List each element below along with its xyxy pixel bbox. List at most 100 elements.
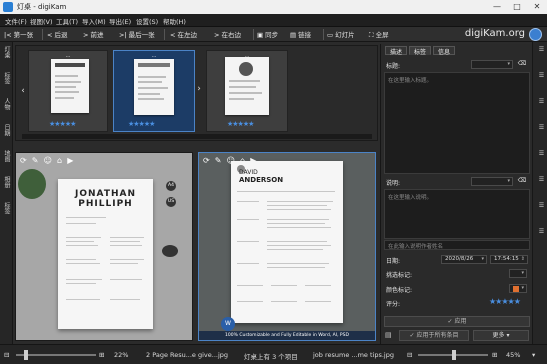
pick-label-select[interactable]: ▾: [509, 269, 527, 278]
author-input[interactable]: 在此输入说明作者姓名: [384, 240, 530, 250]
rotate-icon[interactable]: ⟳: [20, 156, 27, 165]
zoom-knob-left[interactable]: [24, 350, 28, 360]
right-tab-map-icon[interactable]: ☰: [536, 124, 545, 131]
left-tab-map[interactable]: 地图: [2, 150, 11, 162]
filmstrip-scrollbar[interactable]: [22, 134, 372, 139]
filmstrip-thumb[interactable]: … ★★★★★: [28, 50, 108, 132]
apply-all-label: 应用于所有条目: [416, 332, 459, 339]
menu-settings[interactable]: 设置(S): [136, 16, 158, 26]
window-title: 灯桌 - digiKam: [17, 3, 67, 11]
first-button[interactable]: |< 第一张: [4, 29, 33, 40]
document-icon[interactable]: ▤: [385, 331, 395, 341]
left-overlay-toolbar: ⟳ ✎ ☺ ⌂ ▶: [20, 156, 73, 167]
tab-info[interactable]: 信息: [433, 46, 456, 56]
edit-icon[interactable]: ✎: [215, 156, 222, 165]
right-tab-versions-icon[interactable]: ☰: [536, 176, 545, 183]
person-icon[interactable]: ☺: [44, 156, 52, 165]
right-tab-captions-icon[interactable]: ☰: [536, 150, 545, 157]
fullscreen-button[interactable]: ⛶ 全屏: [369, 29, 389, 40]
sync-button[interactable]: ▣ 同步: [257, 29, 278, 40]
apply-button[interactable]: ✓ 应用: [384, 316, 530, 327]
forward-button[interactable]: > 前进: [83, 29, 103, 40]
time-input[interactable]: 17:54:15 ⇕: [490, 255, 528, 264]
zoom-out-right-icon[interactable]: ⊟: [407, 351, 412, 359]
right-tab-properties-icon[interactable]: ☰: [536, 46, 545, 53]
color-swatch: [513, 286, 519, 292]
zoom-out-left-icon[interactable]: ⊟: [4, 351, 9, 359]
status-menu-icon[interactable]: ▾: [532, 351, 535, 359]
right-panel: 描述 标签 信息 标题: ▾ ⌫ 在这里输入标题。 说明: ▾ ⌫ 在这里输入说…: [380, 44, 532, 344]
word-icon: W: [221, 317, 235, 331]
edit-icon[interactable]: ✎: [32, 156, 39, 165]
caption-textarea[interactable]: 在这里输入说明。: [384, 189, 530, 239]
right-tab-colors-icon[interactable]: ☰: [536, 98, 545, 105]
zoom-slider-left[interactable]: [16, 354, 96, 356]
left-tab-tags[interactable]: 标签: [2, 72, 11, 84]
left-sidebar: 灯桌 标签 人物 日期 地图 相册 标签: [0, 42, 13, 344]
resume-name-1: DAVID: [239, 169, 258, 176]
left-tab-albums[interactable]: 相册: [2, 176, 11, 188]
menu-export[interactable]: 导出(E): [109, 16, 131, 26]
more-button[interactable]: 更多 ▾: [473, 330, 529, 341]
digikam-logo-icon[interactable]: [529, 28, 542, 41]
caption-language-select[interactable]: ▾: [471, 177, 513, 186]
right-tab-filters-icon[interactable]: ☰: [536, 202, 545, 209]
menu-file[interactable]: 文件(F): [5, 16, 27, 26]
sync-label: 同步: [265, 31, 279, 39]
tab-tags[interactable]: 标签: [409, 46, 432, 56]
menu-view[interactable]: 视图(V): [30, 16, 53, 26]
maximize-button[interactable]: □: [507, 0, 527, 14]
play-icon[interactable]: ▶: [67, 156, 73, 165]
size-badge-us: US: [166, 197, 176, 207]
sync-icon: ▣: [257, 31, 264, 39]
link-icon: ▤: [290, 31, 297, 39]
preview-left[interactable]: ⟳ ✎ ☺ ⌂ ▶ JONATHAN PHILLIPH A4 US: [15, 152, 193, 341]
preview-right[interactable]: ⟳ ✎ ☺ ⌂ ▶ DAVID ANDERSON 100% Customizab…: [198, 152, 376, 341]
title-bar: 灯桌 - digiKam — □ ✕: [0, 0, 547, 14]
date-input[interactable]: 2020/8/26 ▾: [441, 255, 487, 264]
left-button[interactable]: < 在左边: [170, 29, 197, 40]
filmstrip-next-icon[interactable]: ›: [195, 84, 203, 98]
left-tab-labels[interactable]: 标签: [2, 202, 11, 214]
rating-stars[interactable]: ★★★★★: [489, 297, 521, 306]
left-tab-people[interactable]: 人物: [2, 98, 11, 110]
menu-import[interactable]: 导入(M): [82, 16, 106, 26]
title-textarea[interactable]: 在这里输入标题。: [384, 72, 530, 174]
last-icon: >|: [119, 31, 127, 39]
filmstrip-thumb-selected[interactable]: … ★★★★★: [113, 50, 195, 132]
size-badge-a4: A4: [166, 181, 176, 191]
right-tab-metadata-icon[interactable]: ☰: [536, 72, 545, 79]
clear-caption-icon[interactable]: ⌫: [517, 177, 527, 186]
tab-description[interactable]: 描述: [385, 46, 408, 56]
zoom-left-value: 22%: [114, 351, 129, 359]
title-language-select[interactable]: ▾: [471, 60, 513, 69]
color-label: 颜色标记:: [386, 287, 413, 294]
menu-tools[interactable]: 工具(T): [56, 16, 78, 26]
zoom-knob-right[interactable]: [452, 350, 456, 360]
zoom-in-left-icon[interactable]: ⊞: [99, 351, 104, 359]
back-button[interactable]: < 后退: [47, 29, 67, 40]
menu-help[interactable]: 帮助(H): [163, 16, 186, 26]
color-label-select[interactable]: ▾: [509, 284, 527, 293]
left-arrow-icon: <: [170, 31, 176, 39]
apply-all-button[interactable]: ✓ 应用于所有条目: [399, 330, 469, 341]
filmstrip-prev-icon[interactable]: ‹: [19, 86, 27, 100]
thumb-document: [51, 59, 89, 113]
left-tab-dates[interactable]: 日期: [2, 124, 11, 136]
right-button[interactable]: > 在右边: [214, 29, 241, 40]
filmstrip[interactable]: ‹ … ★★★★★ … ★★★★★ › … ★★★★★: [15, 45, 378, 141]
title-label: 标题:: [386, 63, 401, 70]
slideshow-button[interactable]: ▭ 幻灯片: [327, 29, 355, 40]
filmstrip-thumb[interactable]: … ★★★★★: [206, 50, 288, 132]
left-tab-lighttable[interactable]: 灯桌: [2, 46, 11, 58]
minimize-button[interactable]: —: [487, 0, 507, 14]
rotate-icon[interactable]: ⟳: [203, 156, 210, 165]
thumb-rating: ★★★★★: [49, 120, 76, 128]
tag-icon[interactable]: ⌂: [57, 156, 62, 165]
last-button[interactable]: >| 最后一张: [119, 29, 155, 40]
zoom-in-right-icon[interactable]: ⊞: [492, 351, 497, 359]
close-button[interactable]: ✕: [527, 0, 547, 14]
clear-title-icon[interactable]: ⌫: [517, 60, 527, 69]
right-tab-tools-icon[interactable]: ☰: [536, 228, 545, 235]
link-button[interactable]: ▤ 链接: [290, 29, 311, 40]
